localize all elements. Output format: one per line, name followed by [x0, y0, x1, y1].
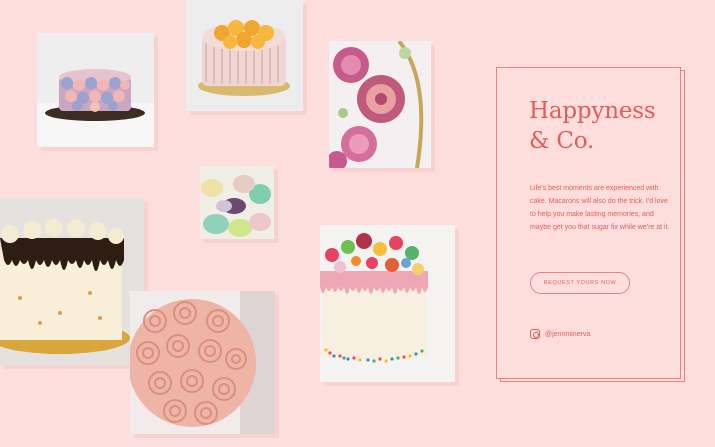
- photo-sprinkle-drip-cake: [320, 225, 455, 382]
- orange-cake-image: [186, 0, 303, 111]
- sprinkle-cake-image: [320, 225, 455, 382]
- pink-swirl-cake-image: [130, 291, 275, 434]
- instagram-handle: @jennminerva: [545, 330, 591, 338]
- photo-chocolate-drip-cake: [0, 198, 144, 365]
- brand-title: Happyness & Co.: [529, 96, 669, 156]
- peony-cake-image: [329, 41, 431, 168]
- instagram-link[interactable]: @jennminerva: [530, 329, 590, 339]
- photo-orange-slice-cake: [186, 0, 303, 111]
- photo-pink-swirl-cake: [130, 291, 275, 434]
- intro-card: Happyness & Co. Life's best moments are …: [496, 67, 681, 379]
- photo-rosette-layer-cake: [37, 33, 154, 147]
- macarons-image: [200, 166, 274, 239]
- intro-blurb: Life's best moments are experienced with…: [530, 185, 670, 231]
- photo-macarons: [200, 166, 274, 239]
- brand-title-line1: Happyness: [529, 98, 656, 124]
- chocolate-cake-image: [0, 198, 144, 365]
- instagram-icon: [530, 329, 540, 339]
- brand-title-line2: & Co.: [529, 128, 595, 154]
- request-button[interactable]: REQUEST YOURS NOW: [530, 272, 630, 294]
- rosette-cake-image: [37, 33, 154, 147]
- photo-peony-cake: [329, 41, 431, 168]
